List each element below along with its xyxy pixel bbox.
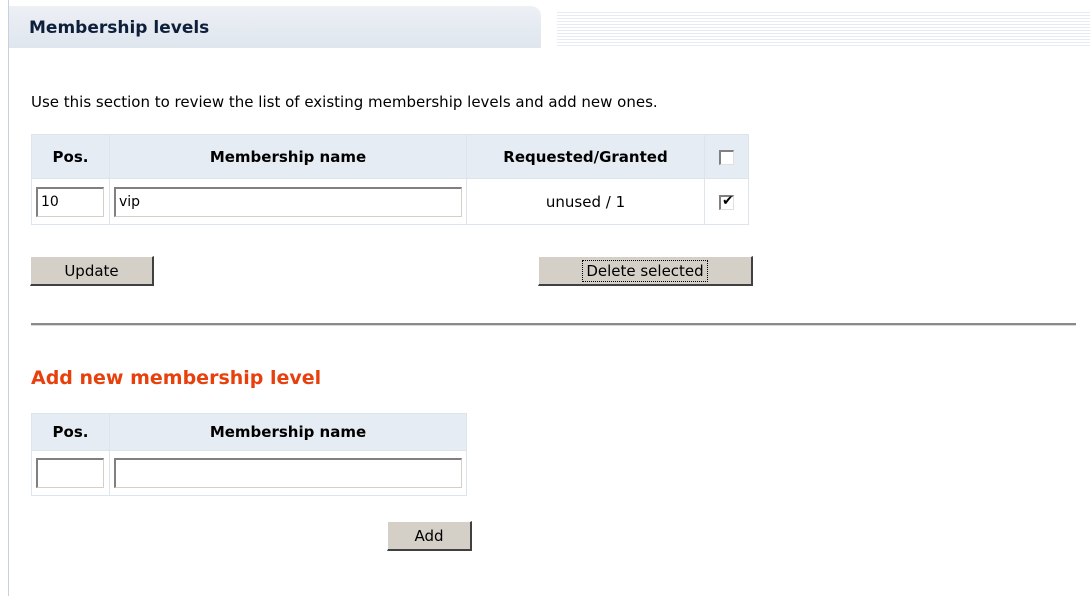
check-mark-icon: ✔ — [722, 192, 734, 209]
add-button-label: Add — [414, 526, 444, 545]
update-button[interactable]: Update — [30, 256, 154, 286]
column-header-name: Membership name — [109, 413, 467, 451]
add-section-title: Add new membership level — [31, 367, 322, 389]
new-pos-input[interactable] — [36, 458, 104, 488]
header-stripes — [557, 10, 1090, 48]
table-header-row: Pos. Membership name Requested/Granted — [31, 134, 749, 179]
content-left-border — [8, 0, 9, 596]
new-pos-cell — [31, 450, 110, 496]
table-row: unused / 1 ✔ — [31, 178, 749, 225]
intro-text: Use this section to review the list of e… — [31, 93, 658, 111]
membership-name-input[interactable] — [114, 186, 462, 217]
delete-selected-button-label: Delete selected — [582, 259, 708, 282]
table-row — [31, 450, 467, 496]
column-header-requested-granted: Requested/Granted — [466, 134, 705, 179]
select-cell: ✔ — [704, 178, 749, 225]
row-select-checkbox[interactable]: ✔ — [719, 192, 734, 210]
column-header-select — [704, 134, 749, 179]
section-divider — [31, 323, 1076, 326]
section-header: Membership levels — [9, 0, 1090, 48]
page-title: Membership levels — [29, 18, 210, 38]
delete-selected-button[interactable]: Delete selected — [538, 256, 753, 286]
requested-granted-cell: unused / 1 — [466, 178, 705, 225]
table-header-row: Pos. Membership name — [31, 413, 467, 451]
requested-granted-value: unused / 1 — [545, 192, 626, 211]
pos-input[interactable] — [36, 186, 104, 217]
add-button[interactable]: Add — [387, 521, 472, 551]
column-header-pos: Pos. — [31, 134, 110, 179]
column-header-pos: Pos. — [31, 413, 110, 451]
select-all-checkbox[interactable] — [719, 149, 734, 165]
update-button-label: Update — [64, 261, 119, 280]
membership-levels-table: Pos. Membership name Requested/Granted u… — [31, 134, 749, 225]
name-cell — [109, 178, 467, 225]
column-header-name: Membership name — [109, 134, 467, 179]
add-membership-table: Pos. Membership name — [31, 413, 467, 496]
new-name-cell — [109, 450, 467, 496]
new-membership-name-input[interactable] — [114, 458, 462, 488]
pos-cell — [31, 178, 110, 225]
